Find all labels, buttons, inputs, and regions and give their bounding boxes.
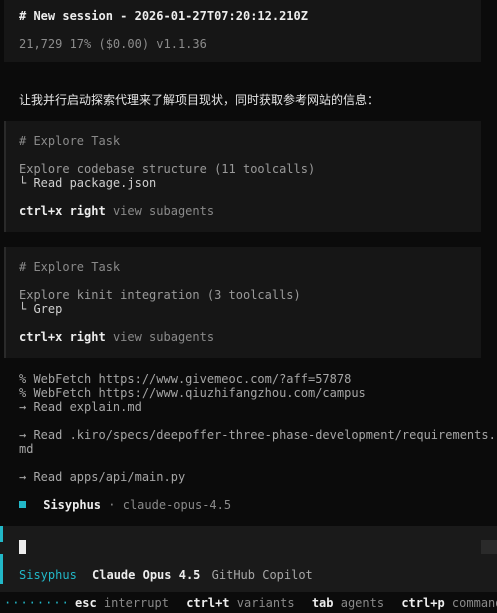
current-provider: GitHub Copilot [211, 568, 313, 582]
task-heading: # Explore Task [19, 134, 121, 148]
task-description: Explore kinit integration (3 toolcalls) [19, 288, 301, 302]
shortcut-hint: view subagents [112, 204, 215, 218]
task-heading: # Explore Task [19, 260, 121, 274]
progress-dots: ········ [4, 596, 70, 610]
shortcut-key: ctrl+x right [19, 330, 106, 344]
shortcut-key: ctrl+x right [19, 204, 106, 218]
session-title: # New session - 2026-01-27T07:20:12.210Z [19, 9, 308, 23]
log-line-webfetch: % WebFetch https://www.qiuzhifangzhou.co… [19, 386, 366, 400]
shortcut-commands-key[interactable]: ctrl+p [401, 596, 444, 610]
input-accent-bar [0, 526, 3, 542]
task-description: Explore codebase structure (11 toolcalls… [19, 162, 316, 176]
text-cursor [19, 540, 26, 554]
shortcut-commands-desc: commands [451, 596, 497, 610]
agent-indicator-icon [19, 501, 26, 508]
assistant-message: 让我并行启动探索代理来了解项目现状，同时获取参考网站的信息： [19, 93, 380, 107]
shortcut-esc-key[interactable]: esc [75, 596, 97, 610]
shortcut-variants-key[interactable]: ctrl+t [186, 596, 229, 610]
log-line-webfetch: % WebFetch https://www.givemeoc.com/?aff… [19, 372, 352, 386]
task-last-action: └ Grep [19, 302, 63, 316]
prompt-input[interactable] [30, 536, 470, 556]
input-accent-bar [0, 554, 3, 584]
shortcut-hint: view subagents [112, 330, 215, 344]
footer-shortcuts: ········ esc interrupt ctrl+t variants t… [0, 594, 497, 613]
explore-task-block[interactable]: # Explore Task Explore kinit integration… [4, 247, 481, 358]
shortcut-list: esc interrupt ctrl+t variants tab agents… [75, 594, 497, 612]
log-line-read: → Read .kiro/specs/deepoffer-three-phase… [19, 428, 496, 442]
agent-status-line: Sisyphus · claude-opus-4.5 [19, 498, 231, 512]
log-line-read: → Read apps/api/main.py [19, 470, 186, 484]
model-status-row[interactable]: Sisyphus Claude Opus 4.5 GitHub Copilot [19, 568, 313, 582]
log-line-read: → Read explain.md [19, 400, 142, 414]
session-header: # New session - 2026-01-27T07:20:12.210Z… [4, 0, 481, 62]
shortcut-variants-desc: variants [236, 596, 295, 610]
agent-name: Sisyphus [43, 498, 102, 512]
shortcut-agents-key[interactable]: tab [312, 596, 334, 610]
scrollbar-thumb[interactable] [481, 540, 497, 554]
log-line-read-continued: md [19, 442, 34, 456]
shortcut-agents-desc: agents [340, 596, 385, 610]
shortcut-esc-desc: interrupt [103, 596, 169, 610]
current-model[interactable]: Claude Opus 4.5 [92, 568, 200, 582]
task-shortcut[interactable]: ctrl+x right view subagents [19, 204, 214, 218]
prompt-input-area[interactable]: Sisyphus Claude Opus 4.5 GitHub Copilot [0, 526, 497, 592]
agent-separator: · [108, 498, 116, 512]
explore-task-block[interactable]: # Explore Task Explore codebase structur… [4, 121, 481, 232]
task-shortcut[interactable]: ctrl+x right view subagents [19, 330, 214, 344]
current-agent[interactable]: Sisyphus [19, 568, 77, 582]
agent-model: claude-opus-4.5 [122, 498, 232, 512]
task-last-action: └ Read package.json [19, 176, 157, 190]
session-meta: 21,729 17% ($0.00) v1.1.36 [19, 37, 207, 51]
